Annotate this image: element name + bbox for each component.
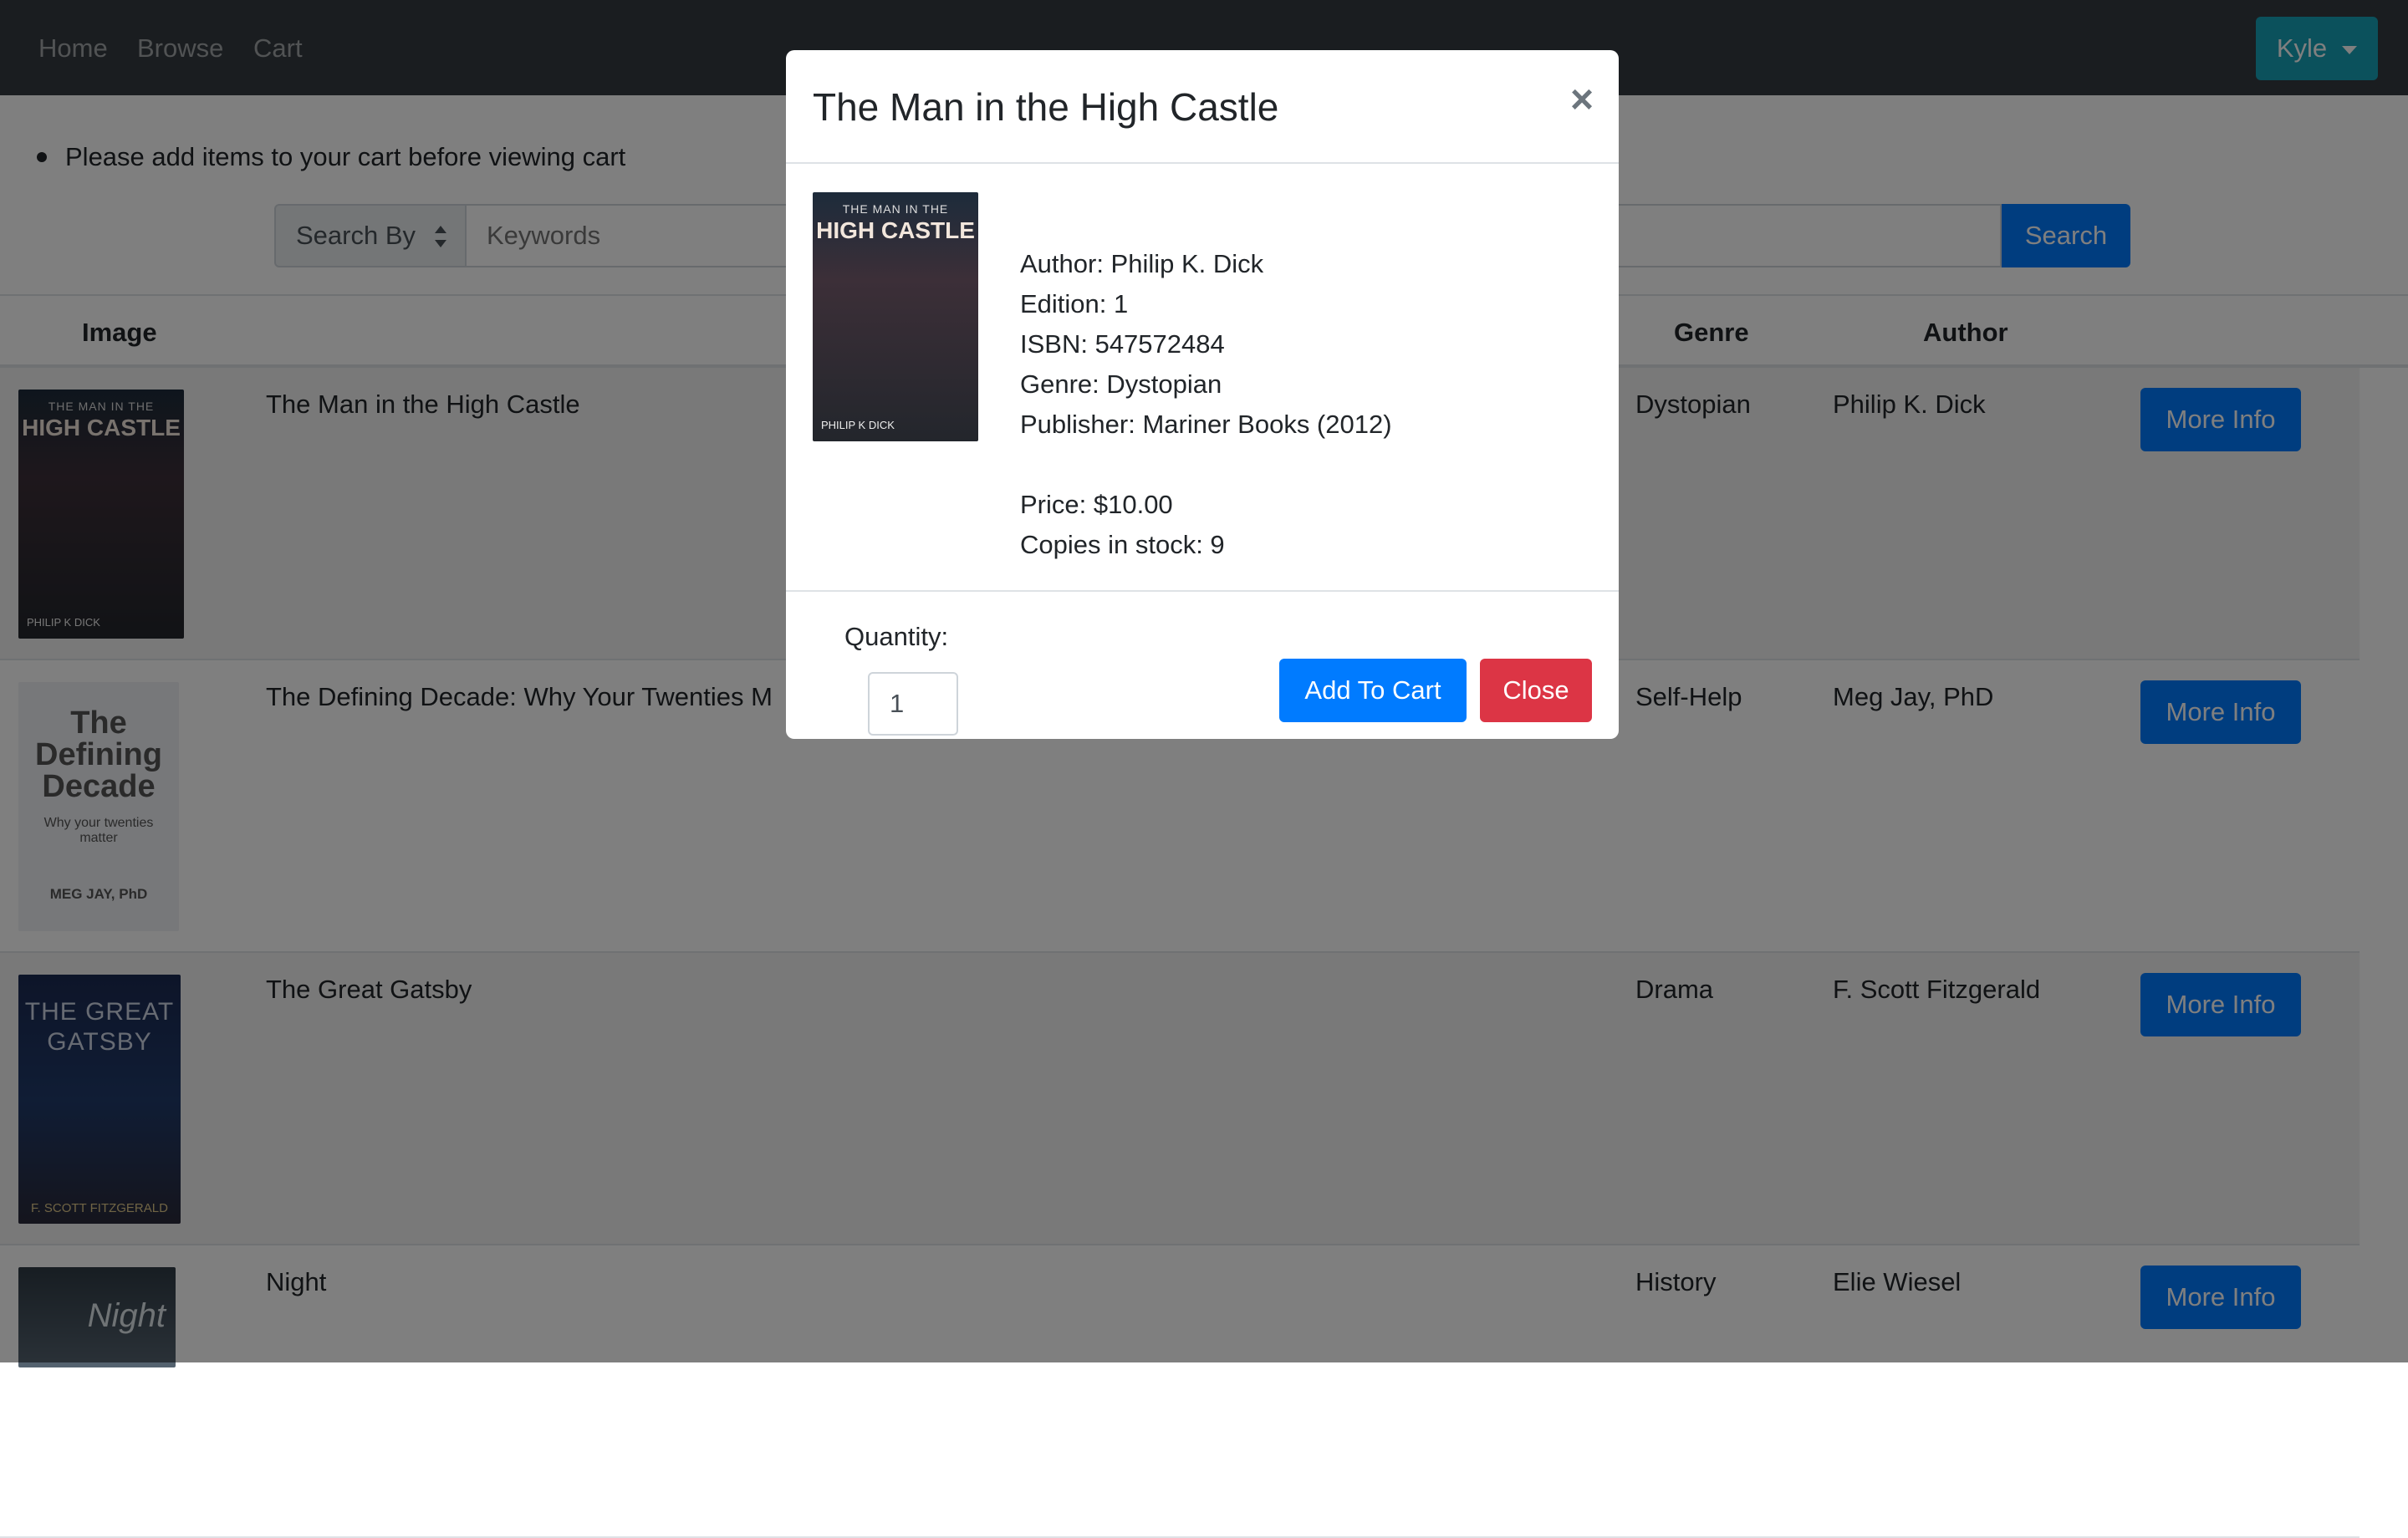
detail-author: Author: Philip K. Dick (1020, 249, 1264, 278)
close-icon[interactable]: × (1570, 80, 1594, 120)
quantity-input[interactable] (868, 672, 958, 736)
quantity-label: Quantity: (844, 622, 949, 651)
modal-header: The Man in the High Castle × (786, 50, 1619, 164)
detail-publisher: Publisher: Mariner Books (2012) (1020, 410, 1392, 439)
book-details-modal: The Man in the High Castle × THE MAN IN … (786, 50, 1619, 739)
detail-stock: Copies in stock: 9 (1020, 530, 1225, 559)
book-cover-image: THE MAN IN THE HIGH CASTLE PHILIP K DICK (813, 192, 978, 441)
modal-body: THE MAN IN THE HIGH CASTLE PHILIP K DICK… (786, 164, 1619, 592)
detail-genre: Genre: Dystopian (1020, 369, 1222, 399)
detail-isbn: ISBN: 547572484 (1020, 329, 1225, 359)
close-button[interactable]: Close (1480, 659, 1592, 722)
detail-price: Price: $10.00 (1020, 490, 1173, 519)
detail-edition: Edition: 1 (1020, 289, 1129, 318)
modal-footer: Quantity: Add To Cart Close (786, 590, 1619, 739)
modal-title: The Man in the High Castle (813, 85, 1279, 129)
add-to-cart-button[interactable]: Add To Cart (1279, 659, 1467, 722)
